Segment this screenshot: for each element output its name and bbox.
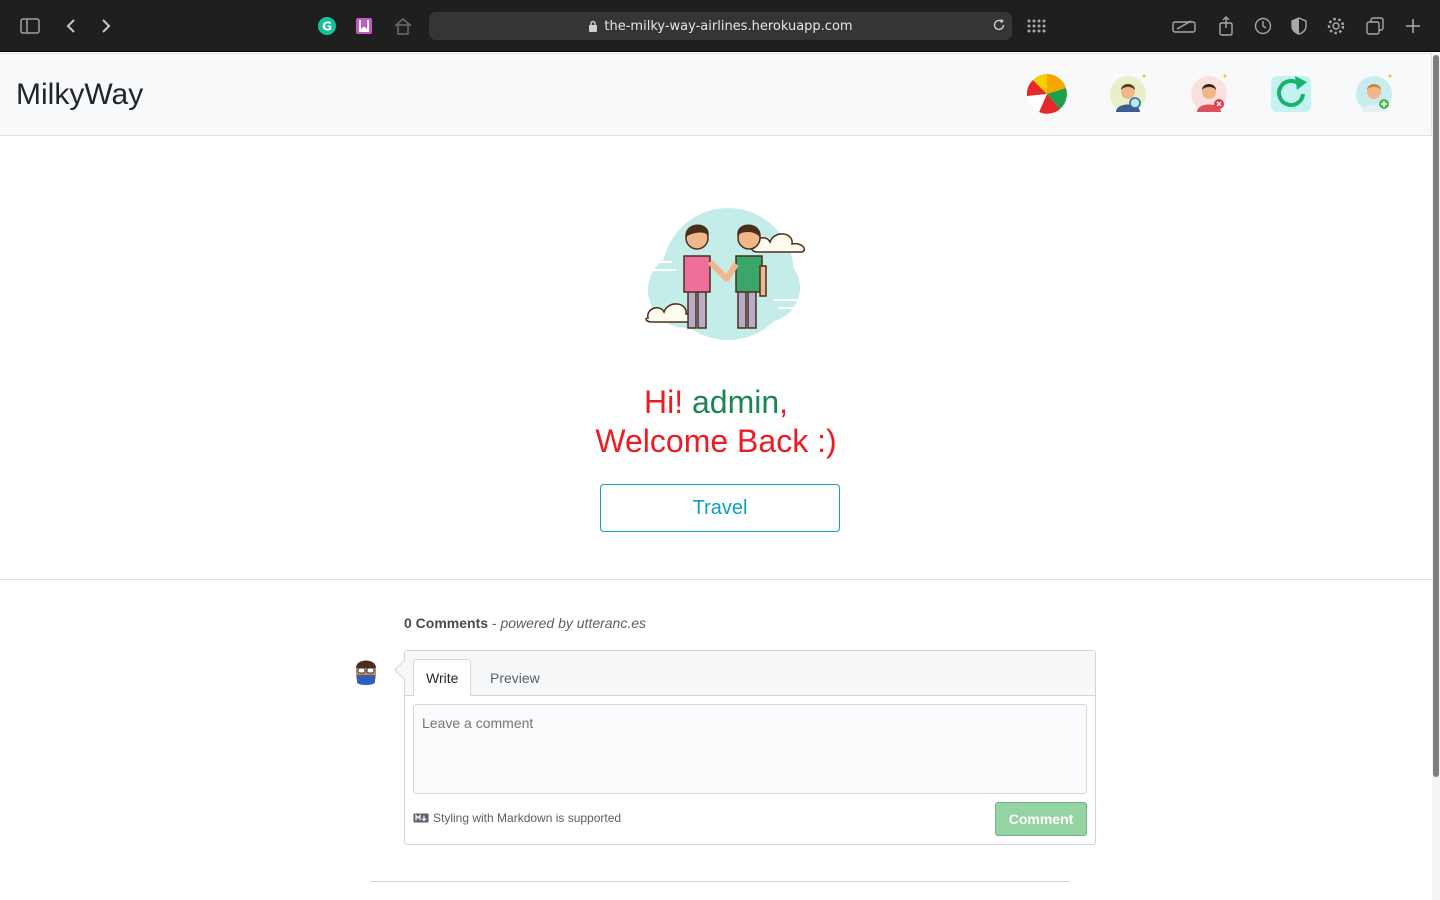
tabs-overview-icon[interactable] bbox=[1361, 12, 1389, 40]
shield-icon[interactable] bbox=[1285, 12, 1313, 40]
username: admin bbox=[691, 384, 780, 420]
tab-write[interactable]: Write bbox=[413, 659, 472, 697]
apps-grid-icon[interactable] bbox=[1022, 12, 1050, 40]
bookmark-extension-icon[interactable] bbox=[350, 12, 378, 40]
welcome-message: Welcome Back :) bbox=[595, 423, 837, 459]
home-icon[interactable] bbox=[389, 12, 417, 40]
markdown-icon bbox=[413, 813, 429, 823]
page-scrollbar[interactable] bbox=[1432, 53, 1440, 900]
footer-divider bbox=[370, 881, 1070, 882]
comment-form: Write Preview Styling with Markdown is s… bbox=[394, 650, 1096, 845]
section-divider bbox=[0, 579, 1432, 580]
lock-icon bbox=[589, 20, 598, 32]
gear-icon[interactable] bbox=[1322, 12, 1350, 40]
comment-submit-button[interactable]: Comment bbox=[995, 802, 1087, 836]
handshake-illustration bbox=[636, 200, 812, 350]
back-icon[interactable] bbox=[57, 12, 85, 40]
browser-toolbar: G the-milky-way-airlines.herokuapp.com bbox=[0, 0, 1440, 52]
brand-logo[interactable]: MilkyWay bbox=[16, 78, 143, 112]
grammarly-extension-icon[interactable]: G bbox=[313, 12, 341, 40]
avatar[interactable] bbox=[354, 656, 378, 688]
markdown-note: Styling with Markdown is supported bbox=[413, 811, 621, 825]
address-bar[interactable]: the-milky-way-airlines.herokuapp.com bbox=[429, 12, 1012, 40]
comments-header: 0 Comments - powered by utteranc.es bbox=[404, 615, 646, 631]
reader-icon[interactable] bbox=[1170, 12, 1198, 40]
new-tab-icon[interactable] bbox=[1399, 12, 1427, 40]
site-navbar: MilkyWay bbox=[0, 53, 1432, 136]
reload-icon[interactable] bbox=[992, 18, 1006, 32]
comment-tabs: Write Preview bbox=[405, 651, 1095, 697]
forward-icon[interactable] bbox=[92, 12, 120, 40]
comment-input[interactable] bbox=[413, 704, 1087, 794]
powered-by-link[interactable]: powered by utteranc.es bbox=[500, 615, 646, 631]
greeting-line: Hi! admin, bbox=[0, 384, 1432, 421]
greeting-suffix: , bbox=[779, 384, 789, 420]
travel-button[interactable]: Travel bbox=[600, 484, 840, 532]
scroll-thumb[interactable] bbox=[1433, 55, 1439, 777]
tab-preview[interactable]: Preview bbox=[478, 659, 552, 697]
remove-user-icon[interactable] bbox=[1187, 72, 1231, 116]
chart-pie-icon[interactable] bbox=[1025, 72, 1069, 116]
sidebar-toggle-icon[interactable] bbox=[16, 12, 44, 40]
history-icon[interactable] bbox=[1249, 12, 1277, 40]
refresh-icon[interactable] bbox=[1269, 72, 1313, 116]
share-icon[interactable] bbox=[1212, 12, 1240, 40]
comments-separator: - bbox=[488, 615, 501, 631]
svg-text:G: G bbox=[322, 20, 332, 34]
greeting-prefix: Hi! bbox=[643, 384, 692, 420]
search-user-icon[interactable] bbox=[1106, 72, 1150, 116]
add-user-icon[interactable] bbox=[1352, 72, 1396, 116]
comments-count: 0 Comments bbox=[404, 615, 489, 631]
markdown-note-text: Styling with Markdown is supported bbox=[433, 811, 622, 825]
url-text: the-milky-way-airlines.herokuapp.com bbox=[604, 18, 853, 34]
